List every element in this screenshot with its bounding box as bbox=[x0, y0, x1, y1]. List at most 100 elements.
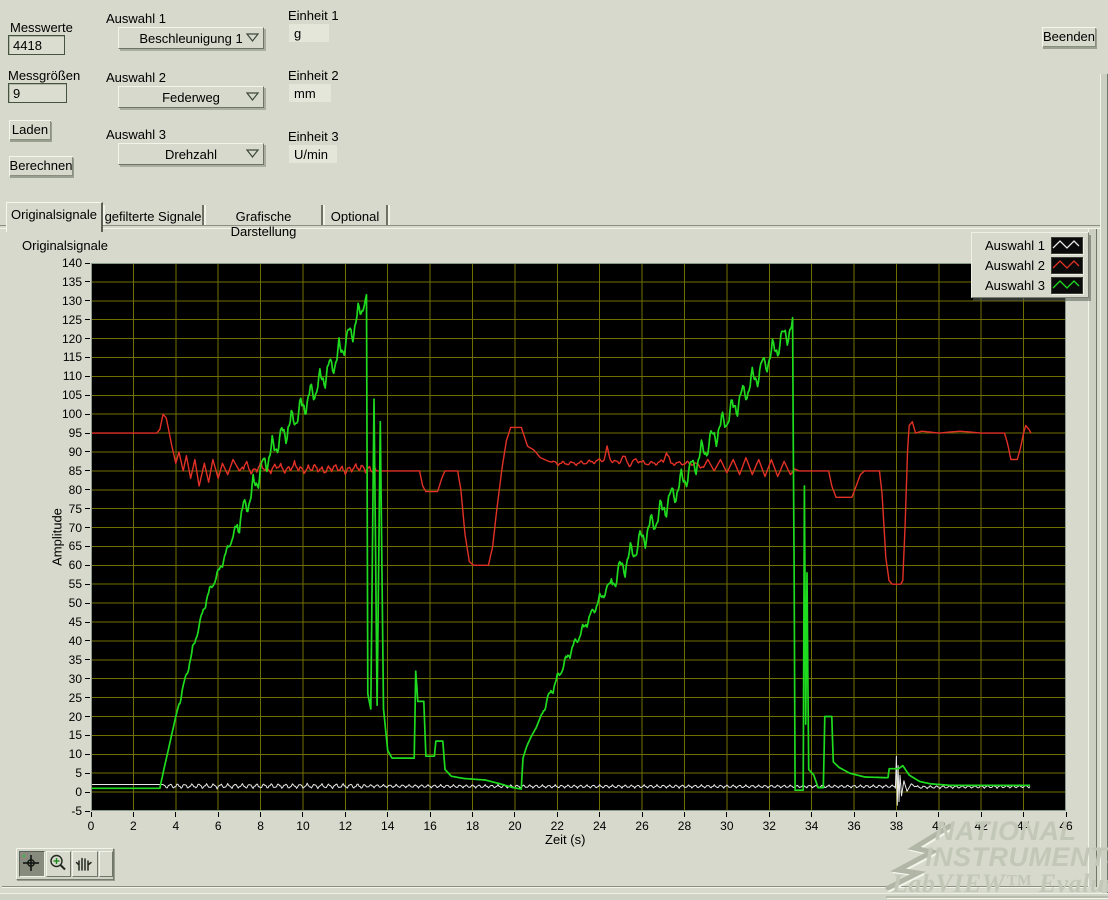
x-tick-mark bbox=[429, 812, 431, 817]
messgroessen-field[interactable]: 9 bbox=[8, 83, 67, 103]
auswahl-1-label: Auswahl 1 bbox=[106, 11, 166, 26]
magnifier-icon bbox=[50, 854, 66, 871]
labview-front-panel: Messwerte 4418 Messgrößen 9 Laden Berech… bbox=[0, 0, 1108, 900]
beenden-button[interactable]: Beenden bbox=[1042, 27, 1096, 47]
einheit-3-label: Einheit 3 bbox=[288, 129, 339, 144]
y-tick-mark bbox=[85, 545, 90, 547]
y-tick-mark bbox=[85, 413, 90, 415]
y-tick-label: 105 bbox=[61, 388, 82, 403]
tab-originalsignale[interactable]: Originalsignale bbox=[6, 202, 103, 232]
plot-canvas bbox=[90, 262, 1067, 812]
legend-swatch-white[interactable] bbox=[1051, 236, 1083, 254]
x-tick-mark bbox=[217, 812, 219, 817]
legend-swatch-red[interactable] bbox=[1051, 256, 1083, 274]
messwerte-field[interactable]: 4418 bbox=[8, 35, 65, 55]
tab-separator bbox=[321, 205, 325, 225]
auswahl-1-dropdown[interactable]: Beschleunigung 1 bbox=[118, 27, 264, 49]
x-tick-label: 16 bbox=[423, 819, 437, 833]
tab-gefilterte-signale[interactable]: gefilterte Signale bbox=[104, 205, 202, 231]
x-tick-mark bbox=[90, 812, 92, 817]
x-tick-label: 4 bbox=[172, 819, 180, 833]
tab-page-right-edge bbox=[1088, 229, 1097, 887]
crosshair-tool-button[interactable] bbox=[19, 851, 45, 877]
pan-tool-button[interactable] bbox=[72, 851, 99, 877]
ni-eagle-icon bbox=[885, 823, 954, 892]
x-tick-label: 44 bbox=[1016, 819, 1031, 833]
einheit-3-field[interactable]: U/min bbox=[289, 145, 337, 163]
legend-label: Auswahl 3 bbox=[985, 277, 1045, 293]
palette-spacer bbox=[99, 851, 114, 877]
x-tick-label: 26 bbox=[635, 819, 649, 833]
y-tick-label: 30 bbox=[68, 671, 82, 686]
x-tick-label: 2 bbox=[130, 819, 137, 833]
tab-optional[interactable]: Optional bbox=[325, 205, 385, 231]
y-tick-mark bbox=[85, 621, 90, 623]
tab-grafische-darstellung[interactable]: Grafische Darstellung bbox=[206, 205, 321, 239]
auswahl-2-dropdown[interactable]: Federweg bbox=[118, 86, 264, 108]
dropdown-arrow-icon bbox=[246, 33, 259, 42]
y-axis-title: Amplitude bbox=[49, 508, 65, 566]
y-tick-mark bbox=[85, 394, 90, 396]
laden-button[interactable]: Laden bbox=[9, 120, 51, 140]
y-tick-label: 50 bbox=[68, 596, 82, 611]
x-tick-mark bbox=[260, 812, 262, 817]
tab-page-bottom-edge bbox=[2, 886, 1088, 888]
auswahl-2-value: Federweg bbox=[162, 90, 220, 105]
x-tick-mark bbox=[1023, 812, 1025, 817]
x-tick-label: 34 bbox=[804, 819, 819, 833]
x-tick-mark bbox=[938, 812, 940, 817]
x-tick-label: 8 bbox=[257, 819, 264, 833]
y-tick-label: 40 bbox=[68, 633, 82, 648]
hand-icon bbox=[76, 857, 93, 871]
y-tick-label: 80 bbox=[68, 482, 82, 497]
legend-row-auswahl-2[interactable]: Auswahl 2 bbox=[972, 255, 1088, 275]
legend-label: Auswahl 1 bbox=[985, 237, 1045, 253]
y-tick-mark bbox=[85, 527, 90, 529]
x-tick-label: 18 bbox=[465, 819, 480, 833]
auswahl-3-value: Drehzahl bbox=[164, 147, 218, 162]
x-tick-mark bbox=[599, 812, 601, 817]
auswahl-3-dropdown[interactable]: Drehzahl bbox=[118, 143, 264, 165]
y-tick-mark bbox=[85, 716, 90, 718]
x-tick-label: 32 bbox=[762, 819, 776, 833]
berechnen-button[interactable]: Berechnen bbox=[9, 156, 73, 176]
dropdown-arrow-icon bbox=[246, 92, 259, 101]
y-tick-label: 125 bbox=[61, 312, 82, 327]
x-tick-mark bbox=[811, 812, 813, 817]
y-tick-mark bbox=[85, 753, 90, 755]
x-tick-label: 22 bbox=[550, 819, 564, 833]
einheit-1-label: Einheit 1 bbox=[288, 8, 339, 23]
legend-row-auswahl-3[interactable]: Auswahl 3 bbox=[972, 275, 1088, 295]
y-tick-mark bbox=[85, 508, 90, 510]
legend-row-auswahl-1[interactable]: Auswahl 1 bbox=[972, 235, 1088, 255]
y-tick-mark bbox=[85, 281, 90, 283]
waveform-graph[interactable] bbox=[90, 262, 1067, 812]
einheit-1-field[interactable]: g bbox=[289, 24, 329, 42]
x-tick-mark bbox=[895, 812, 897, 817]
y-tick-mark bbox=[85, 640, 90, 642]
y-tick-mark bbox=[85, 319, 90, 321]
x-tick-mark bbox=[344, 812, 346, 817]
legend-swatch-green[interactable] bbox=[1051, 276, 1083, 294]
einheit-2-field[interactable]: mm bbox=[289, 84, 331, 102]
y-tick-label: 115 bbox=[62, 350, 82, 365]
y-tick-mark bbox=[85, 678, 90, 680]
window-bottom-edge bbox=[0, 893, 1108, 900]
x-tick-mark bbox=[641, 812, 643, 817]
watermark-instruments: INSTRUMENTS bbox=[925, 842, 1108, 872]
einheit-2-label: Einheit 2 bbox=[288, 68, 339, 83]
x-tick-label: 6 bbox=[214, 819, 222, 833]
series-beschleunigung-1 bbox=[91, 755, 1031, 806]
y-tick-label: 95 bbox=[68, 426, 82, 441]
y-tick-mark bbox=[85, 470, 90, 472]
y-tick-label: 90 bbox=[68, 444, 82, 459]
auswahl-1-value: Beschleunigung 1 bbox=[139, 31, 243, 46]
tab-separator bbox=[202, 205, 206, 225]
y-tick-mark bbox=[85, 451, 90, 453]
graph-palette bbox=[16, 848, 114, 880]
y-tick-mark bbox=[85, 375, 90, 377]
zoom-tool-button[interactable] bbox=[45, 851, 72, 877]
x-tick-label: 10 bbox=[296, 819, 310, 833]
x-tick-mark bbox=[683, 812, 685, 817]
x-tick-mark bbox=[387, 812, 389, 817]
